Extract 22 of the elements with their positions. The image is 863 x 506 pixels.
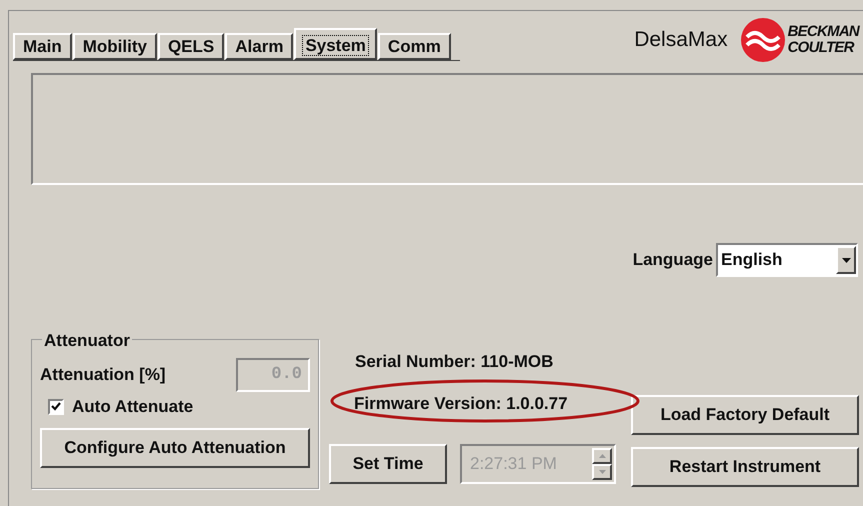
action-button[interactable]: Load Factory Default	[631, 395, 859, 435]
serial-number: Serial Number: 110-MOB	[355, 351, 554, 373]
dropdown-arrow-icon	[842, 258, 850, 262]
tab[interactable]: Mobility	[72, 33, 157, 60]
logo-text: COULTER	[788, 40, 856, 56]
tab[interactable]: QELS	[158, 33, 224, 60]
firmware-version: Firmware Version: 1.0.0.77	[354, 394, 568, 412]
tab[interactable]: Main	[13, 33, 72, 60]
logo-text: BECKMAN	[788, 24, 859, 40]
tab[interactable]: Comm	[378, 33, 451, 60]
down-arrow-icon	[598, 470, 606, 474]
language-label: Language	[632, 249, 713, 272]
tab[interactable]: Alarm	[225, 33, 294, 60]
logo-icon	[740, 17, 786, 63]
attenuation-label: Attenuation [%]	[40, 364, 166, 386]
product-name: DelsaMax	[634, 27, 728, 54]
up-arrow-icon	[598, 454, 606, 458]
language-dropdown[interactable]: English	[716, 243, 858, 277]
auto-attenuate-label: Auto Attenuate	[72, 396, 194, 418]
action-button[interactable]: Restart Instrument	[631, 447, 859, 487]
tab[interactable]: System	[294, 28, 377, 60]
check-icon	[51, 402, 61, 412]
